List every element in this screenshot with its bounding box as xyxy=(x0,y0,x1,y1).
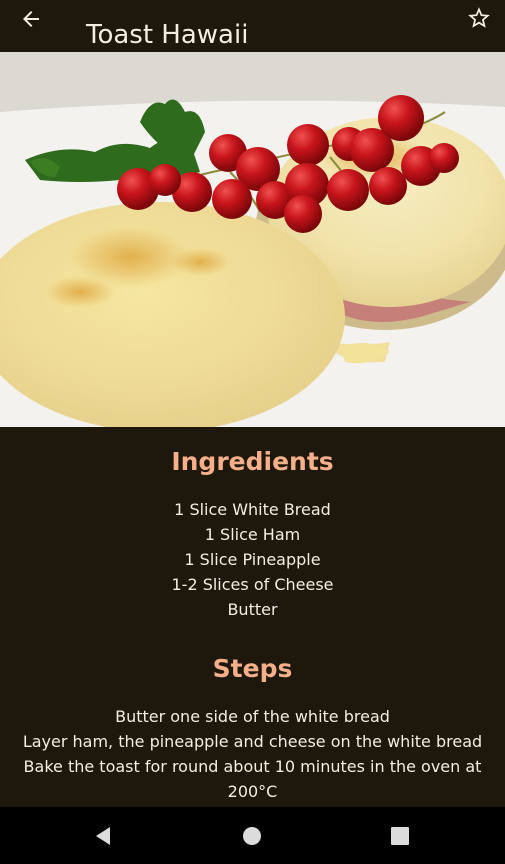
app-bar: Toast Hawaii xyxy=(0,0,505,52)
back-button[interactable] xyxy=(14,4,48,34)
steps-list: Butter one side of the white bread Layer… xyxy=(18,704,487,804)
ingredients-heading: Ingredients xyxy=(171,447,334,476)
system-recents-button[interactable] xyxy=(385,821,415,851)
system-back-button[interactable] xyxy=(88,821,118,851)
step-item: Layer ham, the pineapple and cheese on t… xyxy=(22,732,483,751)
toast-hawaii-photo xyxy=(0,52,505,427)
page-title: Toast Hawaii xyxy=(86,20,249,51)
ingredient-item: 1 Slice Ham xyxy=(204,525,301,544)
ingredient-item: 1 Slice White Bread xyxy=(174,500,331,519)
ingredients-list: 1 Slice White Bread 1 Slice Ham 1 Slice … xyxy=(0,497,505,622)
star-outline-icon xyxy=(468,7,490,28)
favorite-button[interactable] xyxy=(464,4,494,32)
ingredient-item: 1-2 Slices of Cheese xyxy=(171,575,334,594)
recipe-content: Ingredients 1 Slice White Bread 1 Slice … xyxy=(0,427,505,807)
ingredient-item: 1 Slice Pineapple xyxy=(184,550,321,569)
arrow-left-icon xyxy=(23,11,39,27)
square-recents-icon xyxy=(391,827,409,845)
recipe-image xyxy=(0,52,505,427)
ingredient-item: Butter xyxy=(227,600,278,619)
steps-heading: Steps xyxy=(212,654,293,683)
system-home-button[interactable] xyxy=(237,821,267,851)
step-item: Bake the toast for round about 10 minute… xyxy=(23,757,482,801)
system-navigation-bar xyxy=(0,807,505,864)
step-item: Butter one side of the white bread xyxy=(115,707,390,726)
circle-home-icon xyxy=(243,827,261,845)
recipe-detail-screen: Toast Hawaii Ingredients 1 Slice White B… xyxy=(0,0,505,864)
triangle-back-icon xyxy=(96,827,110,845)
